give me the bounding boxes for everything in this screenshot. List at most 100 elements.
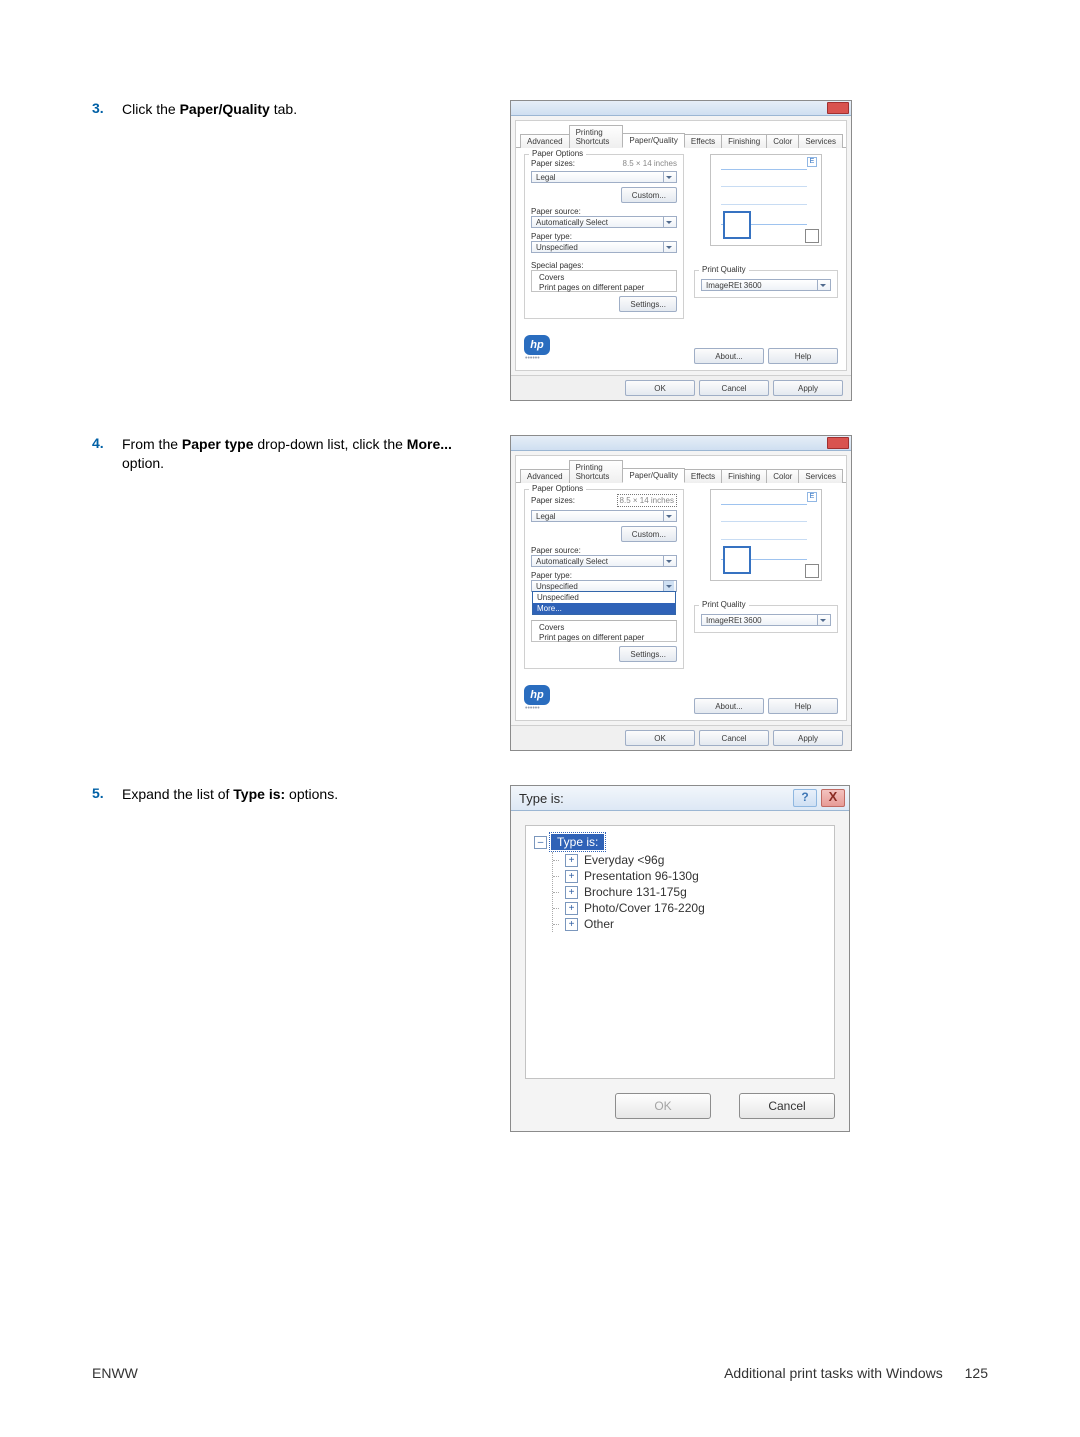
expand-icon[interactable] [565, 902, 578, 915]
apply-button[interactable]: Apply [773, 730, 843, 746]
paper-type-option-unspecified[interactable]: Unspecified [533, 592, 675, 603]
tab-effects[interactable]: Effects [684, 134, 722, 148]
type-is-dialog: Type is: ? X Type is: [510, 785, 850, 1132]
type-tree[interactable]: Type is: Everyday <96g Presentation 96-1… [525, 825, 835, 1079]
step-5-text: Expand the list of Type is: options. [122, 785, 492, 804]
special-pages-listbox[interactable]: Covers Print pages on different paper [531, 620, 677, 642]
about-button[interactable]: About... [694, 698, 764, 714]
tree-item-photo-cover[interactable]: Photo/Cover 176-220g [559, 900, 826, 916]
dialog-titlebar[interactable] [511, 436, 851, 451]
orientation-indicator-icon: E [807, 492, 817, 502]
preview-flip-icon [805, 564, 819, 578]
about-button[interactable]: About... [694, 348, 764, 364]
ok-button[interactable]: OK [625, 380, 695, 396]
chevron-down-icon [817, 280, 828, 290]
tab-finishing[interactable]: Finishing [721, 134, 767, 148]
paper-options-legend: Paper Options [529, 484, 586, 493]
collapse-icon[interactable] [534, 836, 547, 849]
chevron-down-icon [817, 615, 828, 625]
special-pages-item-covers[interactable]: Covers [535, 273, 673, 283]
step-5-figure: Type is: ? X Type is: [510, 785, 850, 1132]
tab-color[interactable]: Color [766, 134, 799, 148]
orientation-indicator-icon: E [807, 157, 817, 167]
step-4-row: 4. From the Paper type drop-down list, c… [92, 435, 988, 751]
special-pages-listbox[interactable]: Covers Print pages on different paper [531, 270, 677, 292]
print-quality-dropdown[interactable]: ImageREt 3600 [701, 614, 831, 626]
tab-effects[interactable]: Effects [684, 469, 722, 483]
expand-icon[interactable] [565, 886, 578, 899]
tree-item-presentation[interactable]: Presentation 96-130g [559, 868, 826, 884]
ok-button[interactable]: OK [625, 730, 695, 746]
help-button[interactable]: Help [768, 698, 838, 714]
ok-button[interactable]: OK [615, 1093, 711, 1119]
paper-type-dropdown[interactable]: Unspecified [531, 241, 677, 253]
tab-advanced[interactable]: Advanced [520, 469, 570, 483]
paper-type-dropdown[interactable]: Unspecified Unspecified More... [531, 580, 677, 592]
cancel-button[interactable]: Cancel [699, 730, 769, 746]
print-quality-dropdown[interactable]: ImageREt 3600 [701, 279, 831, 291]
tab-finishing[interactable]: Finishing [721, 469, 767, 483]
hp-subtext: •••••• [525, 355, 550, 362]
special-pages-item-different-paper[interactable]: Print pages on different paper [535, 633, 673, 643]
print-quality-value: ImageREt 3600 [706, 281, 762, 290]
dialog-titlebar[interactable] [511, 101, 851, 116]
chevron-down-icon [663, 581, 674, 591]
tree-root[interactable]: Type is: [534, 834, 826, 850]
paper-size-value: Legal [536, 173, 556, 182]
dialog-titlebar[interactable]: Type is: ? X [511, 786, 849, 811]
settings-button[interactable]: Settings... [619, 296, 677, 312]
close-icon[interactable] [827, 437, 849, 449]
chevron-down-icon [663, 556, 674, 566]
tree-item-brochure[interactable]: Brochure 131-175g [559, 884, 826, 900]
paper-size-dropdown[interactable]: Legal [531, 510, 677, 522]
expand-icon[interactable] [565, 870, 578, 883]
paper-type-label: Paper type: [531, 571, 677, 580]
custom-button[interactable]: Custom... [621, 187, 677, 203]
close-icon[interactable] [827, 102, 849, 114]
tree-children: Everyday <96g Presentation 96-130g Broch… [552, 852, 826, 932]
tab-color[interactable]: Color [766, 469, 799, 483]
special-pages-item-covers[interactable]: Covers [535, 623, 673, 633]
apply-button[interactable]: Apply [773, 380, 843, 396]
tab-printing-shortcuts[interactable]: Printing Shortcuts [569, 125, 624, 148]
page-number: 125 [965, 1365, 988, 1381]
expand-icon[interactable] [565, 854, 578, 867]
cancel-button[interactable]: Cancel [739, 1093, 835, 1119]
paper-source-value: Automatically Select [536, 218, 608, 227]
paper-type-option-more[interactable]: More... [533, 603, 675, 614]
dialog-title: Type is: [519, 791, 564, 806]
tab-paper-quality[interactable]: Paper/Quality [622, 468, 684, 483]
paper-source-dropdown[interactable]: Automatically Select [531, 555, 677, 567]
chevron-down-icon [663, 511, 674, 521]
step-3-row: 3. Click the Paper/Quality tab. Advanced… [92, 100, 988, 401]
close-icon[interactable]: X [821, 789, 845, 807]
tree-item-other[interactable]: Other [559, 916, 826, 932]
paper-size-dropdown[interactable]: Legal [531, 171, 677, 183]
help-icon[interactable]: ? [793, 789, 817, 807]
settings-button[interactable]: Settings... [619, 646, 677, 662]
paper-source-label: Paper source: [531, 207, 677, 216]
preview-flip-icon [805, 229, 819, 243]
tab-advanced[interactable]: Advanced [520, 134, 570, 148]
paper-sizes-label: Paper sizes: [531, 159, 575, 168]
paper-options-group: Paper Options Paper sizes: 8.5 × 14 inch… [524, 154, 684, 319]
step-4-text: From the Paper type drop-down list, clic… [122, 435, 492, 473]
print-quality-group: Print Quality ImageREt 3600 [694, 270, 838, 298]
paper-options-legend: Paper Options [529, 149, 586, 158]
tab-services[interactable]: Services [798, 469, 843, 483]
printer-properties-dialog: Advanced Printing Shortcuts Paper/Qualit… [510, 100, 852, 401]
step-5-number: 5. [92, 785, 122, 801]
tab-paper-quality[interactable]: Paper/Quality [622, 133, 684, 148]
cancel-button[interactable]: Cancel [699, 380, 769, 396]
paper-source-dropdown[interactable]: Automatically Select [531, 216, 677, 228]
hp-logo-icon: hp [524, 335, 550, 355]
special-pages-item-different-paper[interactable]: Print pages on different paper [535, 283, 673, 293]
help-button[interactable]: Help [768, 348, 838, 364]
tree-root-label: Type is: [551, 834, 604, 850]
tree-item-everyday[interactable]: Everyday <96g [559, 852, 826, 868]
tab-printing-shortcuts[interactable]: Printing Shortcuts [569, 460, 624, 483]
expand-icon[interactable] [565, 918, 578, 931]
paper-type-value: Unspecified [536, 582, 578, 591]
tab-services[interactable]: Services [798, 134, 843, 148]
custom-button[interactable]: Custom... [621, 526, 677, 542]
